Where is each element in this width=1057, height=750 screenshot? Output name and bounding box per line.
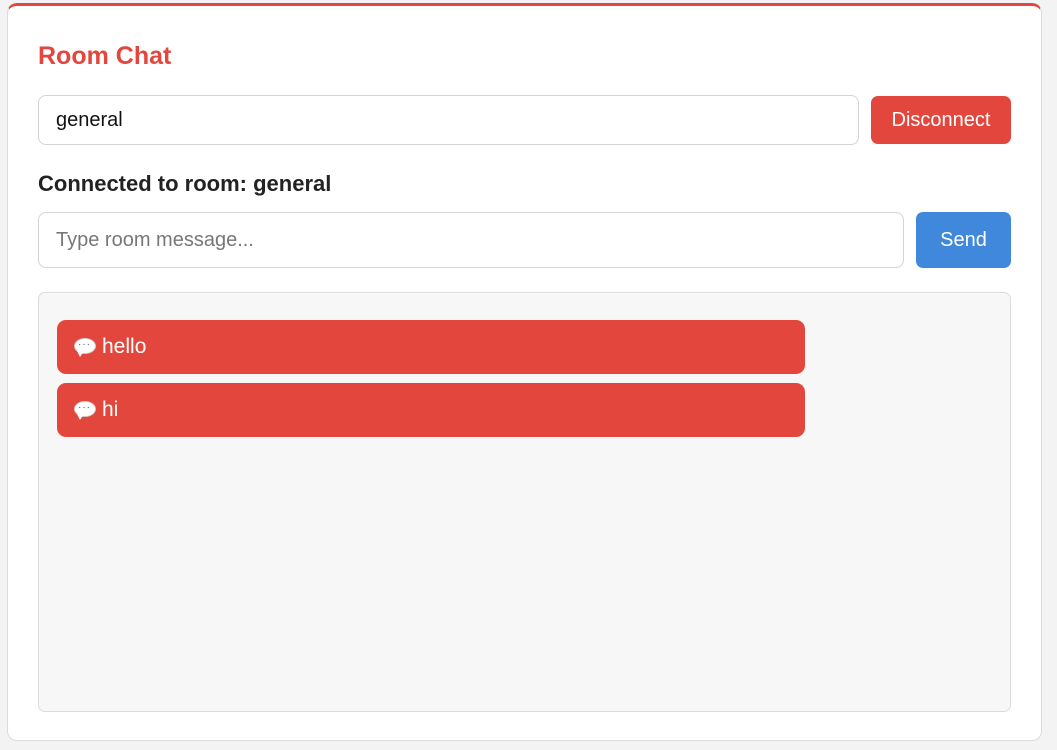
message-item: ··· hi [57, 383, 805, 437]
connection-status: Connected to room: general [38, 171, 332, 196]
message-item: ··· hello [57, 320, 805, 374]
page-title: Room Chat [38, 42, 172, 70]
message-text: hello [102, 335, 147, 358]
message-text: hi [102, 398, 119, 421]
message-input[interactable] [38, 212, 904, 268]
send-button[interactable]: Send [916, 212, 1011, 268]
room-name-input[interactable] [38, 95, 859, 145]
disconnect-button[interactable]: Disconnect [871, 96, 1011, 144]
message-list[interactable]: ··· hello ··· hi [38, 292, 1011, 712]
chat-card: Room Chat Disconnect Connected to room: … [7, 3, 1042, 741]
speech-bubble-icon: ··· [74, 401, 96, 420]
speech-bubble-icon: ··· [74, 338, 96, 357]
